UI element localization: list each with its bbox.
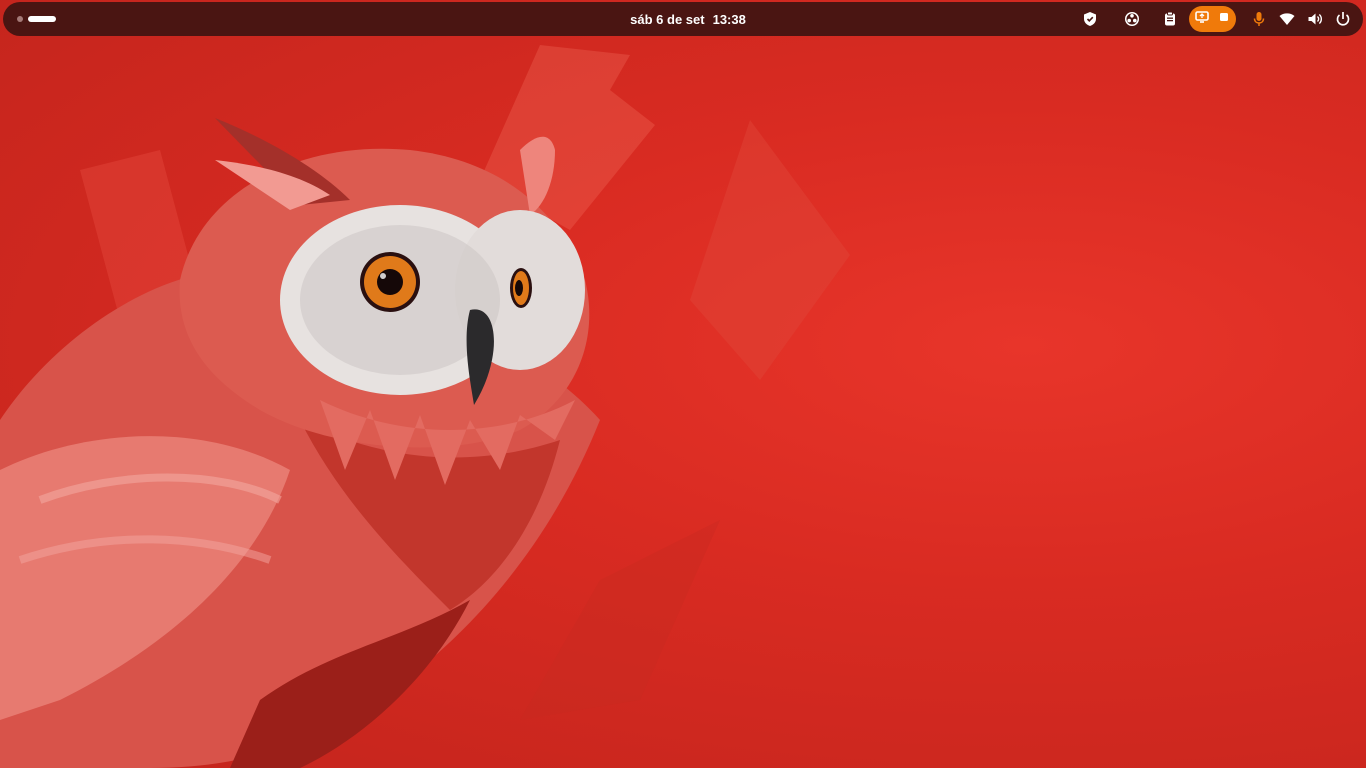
- desktop-wallpaper: [0, 45, 850, 768]
- power-icon: [1332, 8, 1354, 30]
- screen-share-icon: [1194, 10, 1209, 29]
- screen-recording-indicator[interactable]: [1189, 6, 1236, 32]
- tray-left: [1079, 2, 1101, 36]
- volume-icon: [1304, 8, 1326, 30]
- system-status-area[interactable]: [1248, 2, 1354, 36]
- workspace-2-active-pill[interactable]: [28, 16, 56, 22]
- stop-recording-icon[interactable]: [1217, 10, 1231, 29]
- microphone-icon: [1248, 8, 1270, 30]
- workspace-1-dot[interactable]: [17, 16, 23, 22]
- clipboard-icon[interactable]: [1159, 8, 1181, 30]
- top-bar: sáb 6 de set 13:38: [3, 2, 1363, 36]
- clipboard-tray: [1159, 2, 1181, 36]
- date-time-menu[interactable]: sáb 6 de set 13:38: [583, 2, 793, 36]
- workspace-indicator[interactable]: [17, 14, 56, 24]
- obs-tray: [1121, 2, 1143, 36]
- time-label: 13:38: [712, 11, 746, 27]
- shield-icon[interactable]: [1079, 8, 1101, 30]
- date-label: sáb 6 de set: [630, 11, 705, 27]
- wifi-icon: [1276, 8, 1298, 30]
- obs-icon[interactable]: [1121, 8, 1143, 30]
